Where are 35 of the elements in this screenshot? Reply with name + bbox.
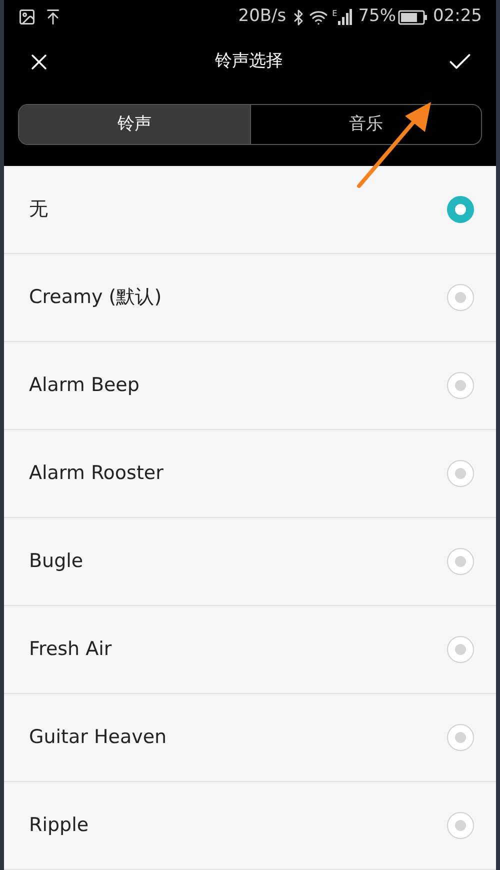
radio-button[interactable] [447,284,474,311]
network-type: E [332,8,338,20]
tab[interactable]: 铃声 [19,104,250,144]
ringtone-name: Alarm Rooster [29,461,164,486]
radio-button[interactable] [447,548,474,575]
ringtone-name: 无 [29,197,49,222]
ringtone-name: Alarm Beep [29,373,140,398]
ringtone-name: Ripple [29,813,90,838]
network-speed: 20B/s [238,5,286,28]
radio-button[interactable] [447,724,474,751]
ringtone-row[interactable]: Creamy (默认) [4,254,496,342]
ringtone-row[interactable]: 无 [4,166,496,254]
tab[interactable]: 音乐 [250,104,481,144]
battery-icon [398,10,428,25]
radio-button[interactable] [447,636,474,663]
radio-button[interactable] [447,460,474,487]
ringtone-row[interactable]: Bugle [4,518,496,606]
battery-percent: 75% [358,5,396,28]
clock: 02:25 [433,5,482,28]
ringtone-name: Creamy (默认) [29,285,163,310]
ringtone-row[interactable]: Ripple [4,782,496,870]
ringtone-row[interactable]: Guitar Heaven [4,694,496,782]
radio-button[interactable] [447,196,474,223]
ringtone-row[interactable]: Alarm Beep [4,342,496,430]
ringtone-name: Fresh Air [29,637,113,662]
image-icon [18,8,36,26]
ringtone-row[interactable]: Alarm Rooster [4,430,496,518]
ringtone-row[interactable]: Fresh Air [4,606,496,694]
radio-button[interactable] [447,812,474,839]
page-title: 铃声选择 [215,50,283,74]
upload-icon [44,8,62,26]
radio-button[interactable] [447,372,474,399]
ringtone-name: Bugle [29,549,84,574]
ringtone-name: Guitar Heaven [29,725,168,750]
signal-icon [338,9,352,26]
